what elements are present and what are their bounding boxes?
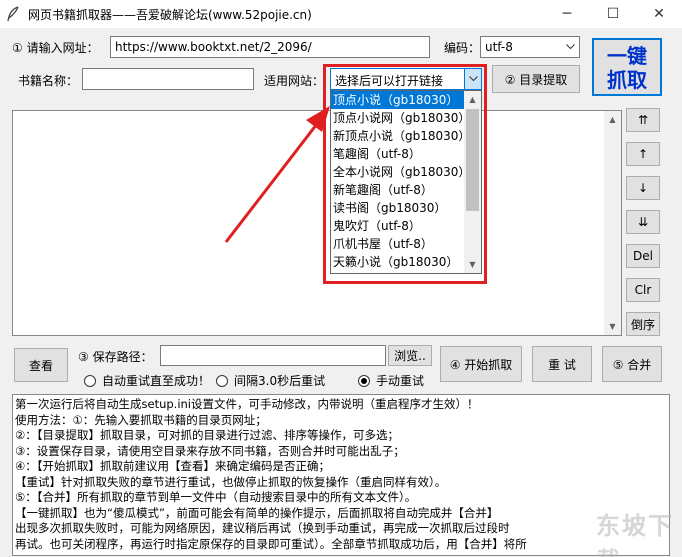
radio-dot-selected [358, 374, 370, 387]
move-top-button[interactable]: ⇈ [626, 108, 660, 132]
book-name-label: 书籍名称： [18, 74, 79, 88]
radio-dot [84, 374, 96, 387]
delete-button[interactable]: Del [626, 244, 660, 268]
title-bar: 网页书籍抓取器——吾爱破解论坛(www.52pojie.cn) ─ ☐ ✕ [0, 0, 682, 28]
radio-auto-retry[interactable]: 自动重试直至成功！ [84, 372, 210, 389]
toc-extract-button[interactable]: ② 目录提取 [492, 65, 580, 93]
help-line: ③：设置保存目录，请使用空目录来存放不同书籍，否则合并时可能出乱子； [15, 443, 405, 458]
one-click-grab-button[interactable]: 一键 抓取 [592, 38, 662, 96]
radio-interval-retry[interactable]: 间隔3.0秒后重试 [216, 372, 325, 389]
scroll-up-icon[interactable]: ▲ [604, 111, 621, 128]
radio-interval-label: 间隔3.0秒后重试 [234, 374, 326, 388]
merge-button[interactable]: ⑤ 合并 [602, 346, 662, 382]
radio-manual-retry[interactable]: 手动重试 [358, 372, 424, 389]
encoding-select[interactable]: utf-8 [480, 36, 580, 58]
help-line: ⑤：【合并】所有抓取的章节到单一文件中（自动搜索目录中的所有文本文件）。 [15, 490, 417, 504]
save-path-label: ③ 保存路径： [78, 350, 153, 364]
start-grab-button[interactable]: ④ 开始抓取 [440, 346, 522, 382]
help-line: 【重试】针对抓取失败的章节进行重试，也做停止抓取的恢复操作（重启同样有效）。 [15, 474, 447, 489]
browse-button[interactable]: 浏览.. [388, 345, 432, 366]
move-bottom-button[interactable]: ⇊ [626, 210, 660, 234]
book-name-input[interactable] [82, 68, 254, 90]
help-line: 使用方法：①：先输入要抓取书籍的目录页网址； [15, 412, 267, 427]
help-line: 出现多次抓取失败时，可能为网络原因，建议稍后再试（换到手动重试，再完成一次抓取后… [15, 521, 510, 535]
minimize-button[interactable]: ─ [544, 0, 590, 28]
scroll-down-icon[interactable]: ▼ [604, 318, 621, 335]
close-button[interactable]: ✕ [636, 0, 682, 28]
url-label: ① 请输入网址： [12, 41, 99, 55]
one-click-line2: 抓取 [607, 68, 647, 92]
save-path-input[interactable] [160, 345, 386, 366]
move-down-button[interactable]: ↓ [626, 176, 660, 200]
view-button[interactable]: 查看 [14, 348, 68, 382]
radio-dot [216, 374, 228, 387]
encoding-value: utf-8 [485, 40, 513, 54]
one-click-line1: 一键 [607, 44, 647, 68]
help-text-area[interactable]: 第一次运行后将自动生成setup.ini设置文件，可手动修改，内带说明（重启程序… [12, 394, 670, 556]
maximize-button[interactable]: ☐ [590, 0, 636, 28]
help-line: 再试。也可关闭程序，再运行时指定原保存的目录即可重试）。全部章节抓取成功后，用【… [15, 536, 527, 551]
help-line: 第一次运行后将自动生成setup.ini设置文件，可手动修改，内带说明（重启程序… [15, 397, 479, 411]
help-line: 【一键抓取】也为“傻瓜模式”，前面可能会有简单的操作提示，后面抓取将自动完成并【… [15, 505, 499, 520]
list-scrollbar[interactable]: ▲ ▼ [604, 111, 621, 335]
reverse-order-button[interactable]: 倒序 [626, 312, 660, 336]
url-input[interactable]: https://www.booktxt.net/2_2096/ [110, 36, 430, 58]
retry-button[interactable]: 重 试 [532, 346, 592, 382]
highlight-box [323, 64, 487, 284]
clear-button[interactable]: Clr [626, 278, 660, 302]
annotation-arrow-icon [224, 106, 330, 243]
chevron-down-icon [562, 37, 579, 57]
encoding-label: 编码： [444, 41, 481, 55]
window-title: 网页书籍抓取器——吾爱破解论坛(www.52pojie.cn) [28, 8, 312, 22]
feather-icon [6, 6, 20, 25]
help-line: ②：【目录提取】抓取目录，可对抓的目录进行过滤、排序等操作，可多选； [15, 428, 400, 442]
radio-manual-label: 手动重试 [376, 374, 425, 388]
site-label: 适用网站： [264, 74, 325, 88]
radio-auto-label: 自动重试直至成功！ [102, 374, 211, 388]
watermark-logo: 东坡下载 [596, 511, 674, 557]
main-panel: ① 请输入网址： https://www.booktxt.net/2_2096/… [0, 28, 682, 557]
move-up-button[interactable]: ↑ [626, 142, 660, 166]
help-line: ④：【开始抓取】抓取前建议用【查看】来确定编码是否正确； [15, 459, 331, 473]
